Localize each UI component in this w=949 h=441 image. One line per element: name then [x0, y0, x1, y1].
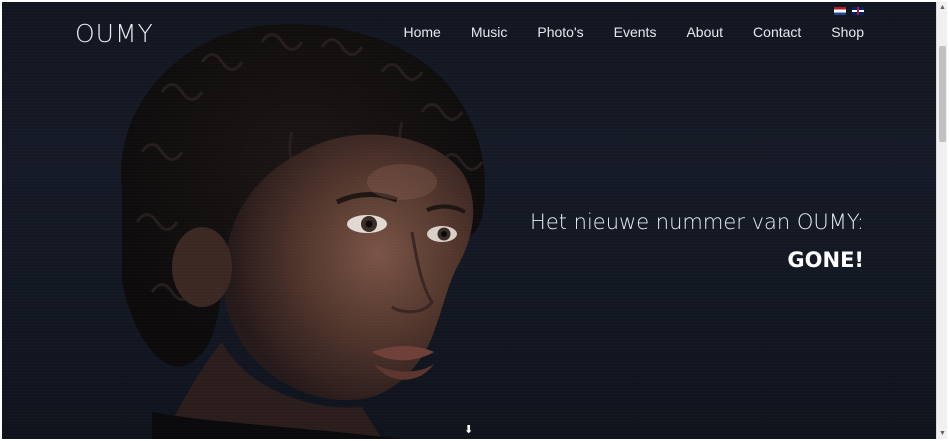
site-logo[interactable]: OUMY [75, 19, 154, 48]
nav-item-photos[interactable]: Photo's [537, 24, 583, 40]
scrollbar-thumb[interactable] [939, 46, 946, 142]
nav-item-events[interactable]: Events [614, 24, 657, 40]
dutch-flag-icon[interactable] [834, 7, 846, 15]
page-scrollbar[interactable]: ▲ ▼ [936, 2, 947, 439]
arrow-down-icon[interactable]: ⬇ [464, 423, 473, 436]
hero-headline: Het nieuwe nummer van OUMY: [530, 210, 864, 234]
hero-section: OUMY Home Music Photo's Events About Con… [2, 2, 936, 439]
nav-item-about[interactable]: About [686, 24, 723, 40]
uk-flag-icon[interactable] [852, 7, 864, 15]
nav-item-home[interactable]: Home [403, 24, 440, 40]
nav-item-contact[interactable]: Contact [753, 24, 801, 40]
nav-item-shop[interactable]: Shop [831, 24, 864, 40]
nav-item-music[interactable]: Music [471, 24, 508, 40]
main-navigation: Home Music Photo's Events About Contact … [373, 24, 864, 40]
hero-subheadline[interactable]: GONE! [787, 248, 864, 272]
scroll-up-icon[interactable]: ▲ [937, 2, 948, 13]
scroll-down-icon[interactable]: ▼ [937, 428, 948, 439]
language-switcher [834, 7, 864, 15]
